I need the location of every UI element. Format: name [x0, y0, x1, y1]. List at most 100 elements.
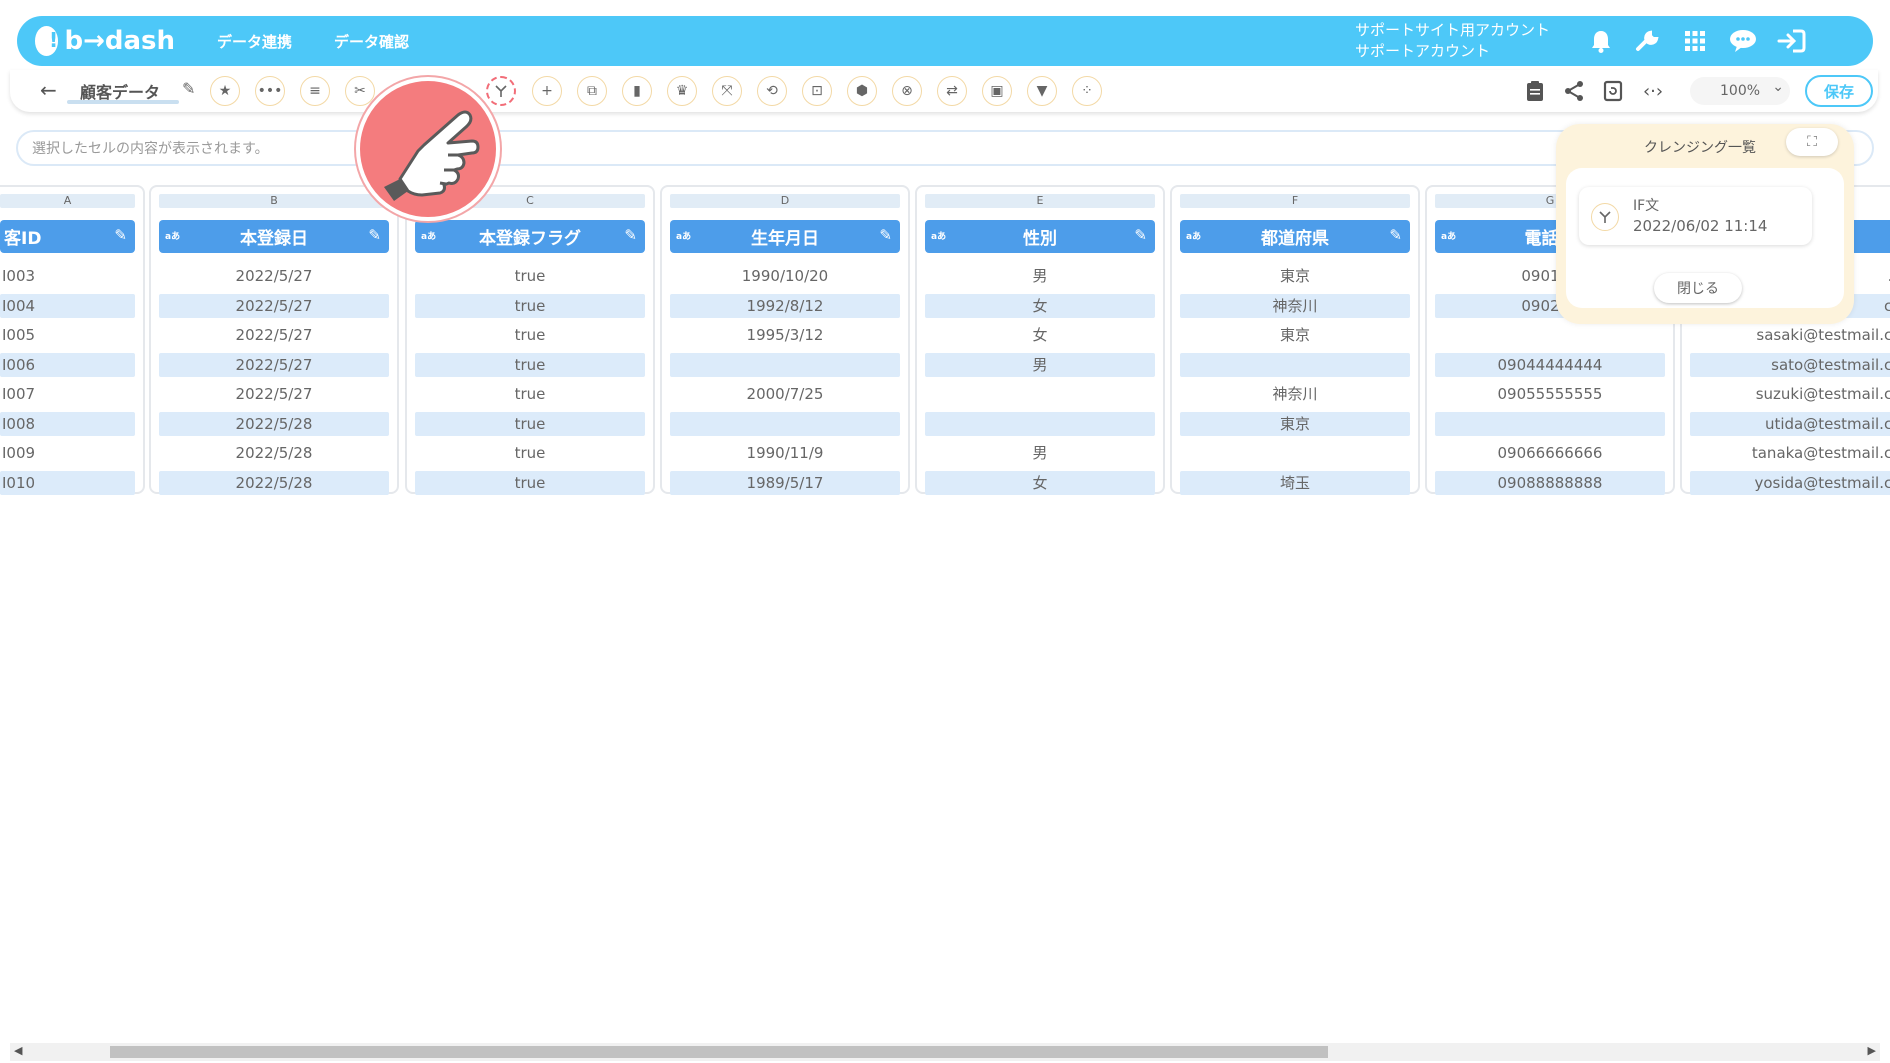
- logo[interactable]: b→dash: [35, 26, 175, 56]
- table-cell[interactable]: 2022/5/28: [159, 412, 389, 436]
- table-cell[interactable]: 09044444444: [1435, 353, 1665, 377]
- table-cell[interactable]: true: [415, 294, 645, 318]
- trash-icon[interactable]: ▮: [622, 76, 652, 106]
- table-cell[interactable]: I009: [0, 441, 135, 465]
- pencil-icon[interactable]: ✎: [368, 226, 381, 244]
- table-cell[interactable]: 神奈川: [1180, 382, 1410, 406]
- scroll-left-icon[interactable]: ◀: [14, 1044, 22, 1057]
- table-cell[interactable]: 2022/5/27: [159, 382, 389, 406]
- crown-icon[interactable]: ♛: [667, 76, 697, 106]
- table-cell[interactable]: [1180, 353, 1410, 377]
- table-cell[interactable]: 1992/8/12: [670, 294, 900, 318]
- table-cell[interactable]: 2022/5/27: [159, 294, 389, 318]
- column-header[interactable]: aあ 都道府県 ✎: [1180, 220, 1410, 253]
- table-cell[interactable]: suzuki@testmail.com: [1690, 382, 1890, 406]
- table-cell[interactable]: 09055555555: [1435, 382, 1665, 406]
- table-cell[interactable]: 2022/5/27: [159, 353, 389, 377]
- zoom-select[interactable]: 100% ⌄: [1690, 77, 1790, 105]
- repeat-icon[interactable]: ⟲: [757, 76, 787, 106]
- column-letter[interactable]: E: [925, 194, 1155, 208]
- table-cell[interactable]: I007: [0, 382, 135, 406]
- list-icon[interactable]: ≡: [300, 76, 330, 106]
- table-cell[interactable]: sasaki@testmail.com: [1690, 323, 1890, 347]
- filter-icon[interactable]: ▼: [1027, 76, 1057, 106]
- column-letter[interactable]: D: [670, 194, 900, 208]
- lock-icon[interactable]: ⊡: [802, 76, 832, 106]
- code-icon[interactable]: ‹·›: [1637, 76, 1669, 106]
- logout-icon[interactable]: [1775, 25, 1807, 57]
- expand-panel-button[interactable]: ⛶: [1786, 128, 1838, 156]
- column-header[interactable]: aあ 生年月日 ✎: [670, 220, 900, 253]
- pencil-icon[interactable]: ✎: [624, 226, 637, 244]
- table-cell[interactable]: I004: [0, 294, 135, 318]
- table-cell[interactable]: tanaka@testmail.com: [1690, 441, 1890, 465]
- horizontal-scrollbar[interactable]: ◀ ▶: [10, 1043, 1880, 1061]
- table-cell[interactable]: 東京: [1180, 323, 1410, 347]
- table-cell[interactable]: 埼玉: [1180, 471, 1410, 495]
- table-cell[interactable]: 東京: [1180, 412, 1410, 436]
- cleansing-item[interactable]: IF文 2022/06/02 11:14: [1579, 187, 1812, 245]
- column-header[interactable]: 客ID ✎: [0, 220, 135, 253]
- nav-data-integration[interactable]: データ連携: [217, 31, 292, 52]
- nav-data-check[interactable]: データ確認: [334, 31, 409, 52]
- table-cell[interactable]: [670, 412, 900, 436]
- table-cell[interactable]: I003: [0, 264, 135, 288]
- table-cell[interactable]: true: [415, 323, 645, 347]
- column-letter[interactable]: B: [159, 194, 389, 208]
- table-cell[interactable]: yosida@testmail.com: [1690, 471, 1890, 495]
- table-cell[interactable]: [1435, 412, 1665, 436]
- table-cell[interactable]: 09066666666: [1435, 441, 1665, 465]
- grid-icon[interactable]: [1679, 25, 1711, 57]
- bell-icon[interactable]: [1585, 25, 1617, 57]
- pencil-icon[interactable]: ✎: [879, 226, 892, 244]
- clipboard-icon[interactable]: [1519, 76, 1551, 106]
- table-cell[interactable]: 男: [925, 441, 1155, 465]
- table-cell[interactable]: I010: [0, 471, 135, 495]
- pencil-icon[interactable]: ✎: [1134, 226, 1147, 244]
- table-cell[interactable]: 09088888888: [1435, 471, 1665, 495]
- refresh-icon[interactable]: [1597, 76, 1629, 106]
- close-button[interactable]: 閉じる: [1654, 273, 1742, 303]
- expand-icon[interactable]: ⤧: [712, 76, 742, 106]
- pencil-icon[interactable]: ✎: [1389, 226, 1402, 244]
- table-cell[interactable]: true: [415, 471, 645, 495]
- table-cell[interactable]: [670, 353, 900, 377]
- table-cell[interactable]: true: [415, 441, 645, 465]
- table-cell[interactable]: true: [415, 353, 645, 377]
- save-button[interactable]: 保存: [1805, 75, 1873, 107]
- table-cell[interactable]: true: [415, 412, 645, 436]
- wrench-icon[interactable]: [1632, 25, 1664, 57]
- star-icon[interactable]: ★: [210, 76, 240, 106]
- plus-icon[interactable]: +: [532, 76, 562, 106]
- pencil-icon[interactable]: ✎: [114, 226, 127, 244]
- table-cell[interactable]: [1435, 323, 1665, 347]
- scroll-thumb[interactable]: [110, 1046, 1328, 1058]
- table-cell[interactable]: 2022/5/27: [159, 264, 389, 288]
- table-cell[interactable]: 1990/10/20: [670, 264, 900, 288]
- more-icon[interactable]: •••: [255, 76, 285, 106]
- table-cell[interactable]: 1990/11/9: [670, 441, 900, 465]
- table-cell[interactable]: true: [415, 264, 645, 288]
- table-cell[interactable]: I008: [0, 412, 135, 436]
- edit-name-icon[interactable]: ✎: [182, 79, 195, 98]
- table-cell[interactable]: [925, 412, 1155, 436]
- table-cell[interactable]: 1995/3/12: [670, 323, 900, 347]
- chat-icon[interactable]: [1727, 25, 1759, 57]
- table-cell[interactable]: 男: [925, 353, 1155, 377]
- back-arrow-icon[interactable]: ←: [40, 78, 57, 102]
- dots-grid-icon[interactable]: ⁘: [1072, 76, 1102, 106]
- table-cell[interactable]: 2000/7/25: [670, 382, 900, 406]
- box-icon[interactable]: ⬢: [847, 76, 877, 106]
- table-cell[interactable]: 東京: [1180, 264, 1410, 288]
- translate-icon[interactable]: ⇄: [937, 76, 967, 106]
- table-cell[interactable]: I006: [0, 353, 135, 377]
- scroll-right-icon[interactable]: ▶: [1868, 1044, 1876, 1057]
- table-cell[interactable]: [925, 382, 1155, 406]
- table-cell[interactable]: 女: [925, 471, 1155, 495]
- column-header[interactable]: aあ 本登録日 ✎: [159, 220, 389, 253]
- copy-icon[interactable]: ⧉: [577, 76, 607, 106]
- table-cell[interactable]: 2022/5/28: [159, 471, 389, 495]
- share-icon[interactable]: [1558, 76, 1590, 106]
- table-cell[interactable]: [1180, 441, 1410, 465]
- table-cell[interactable]: sato@testmail.com: [1690, 353, 1890, 377]
